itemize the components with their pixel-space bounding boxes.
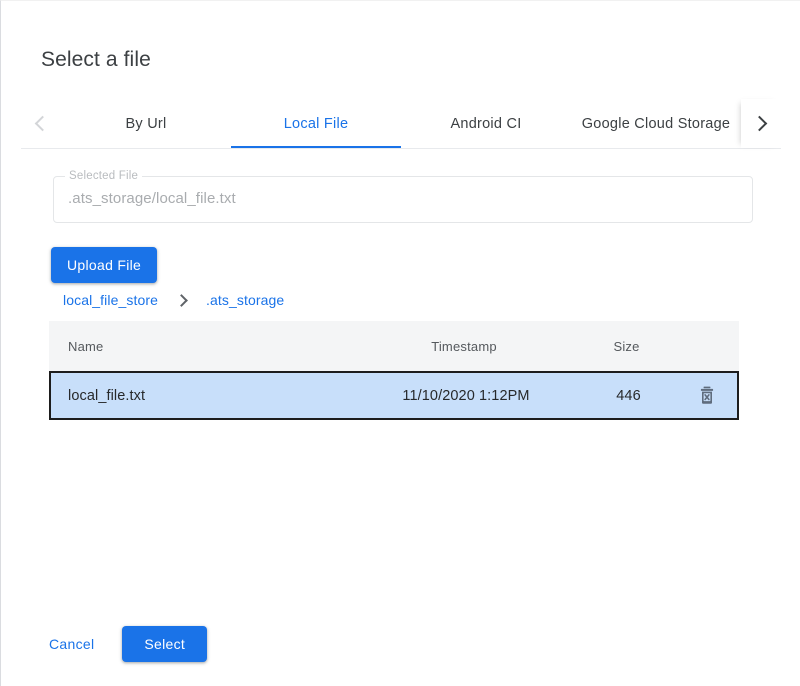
table-row[interactable]: local_file.txt 11/10/2020 1:12PM 446 bbox=[49, 371, 739, 420]
delete-trash-icon bbox=[698, 386, 716, 405]
table-header-row: Name Timestamp Size bbox=[49, 321, 739, 371]
tab-scroll-left-button[interactable] bbox=[21, 99, 61, 148]
chevron-left-icon bbox=[35, 116, 51, 132]
breadcrumb-separator bbox=[158, 296, 206, 305]
delete-trash-icon-button[interactable] bbox=[693, 382, 721, 410]
cell-actions bbox=[676, 382, 737, 410]
breadcrumb: local_file_store .ats_storage bbox=[63, 291, 284, 309]
breadcrumb-item-ats-storage[interactable]: .ats_storage bbox=[206, 292, 284, 308]
selected-file-field[interactable]: Selected File .ats_storage/local_file.tx… bbox=[53, 176, 753, 223]
cell-timestamp: 11/10/2020 1:12PM bbox=[351, 388, 581, 404]
tab-label: By Url bbox=[126, 116, 167, 132]
tab-local-file[interactable]: Local File bbox=[231, 99, 401, 148]
column-header-name: Name bbox=[49, 339, 349, 354]
breadcrumb-item-local-file-store[interactable]: local_file_store bbox=[63, 292, 158, 308]
tab-scroll-right-button[interactable] bbox=[741, 99, 781, 148]
chevron-right-icon bbox=[175, 294, 188, 307]
tab-bar: By Url Local File Android CI Google Clou… bbox=[21, 99, 781, 149]
tab-label: Local File bbox=[284, 116, 349, 132]
dialog-footer: Cancel Select bbox=[39, 626, 207, 662]
page-title: Select a file bbox=[41, 45, 151, 75]
tab-label: Android CI bbox=[450, 116, 521, 132]
tab-android-ci[interactable]: Android CI bbox=[401, 99, 571, 148]
cancel-button[interactable]: Cancel bbox=[39, 626, 104, 662]
select-file-dialog: Select a file By Url Local File Android … bbox=[0, 0, 800, 686]
select-button[interactable]: Select bbox=[122, 626, 207, 662]
selected-file-value: .ats_storage/local_file.txt bbox=[68, 190, 236, 207]
column-header-size: Size bbox=[579, 339, 674, 354]
cell-size: 446 bbox=[581, 388, 676, 404]
file-table: Name Timestamp Size local_file.txt 11/10… bbox=[49, 321, 739, 420]
upload-file-button[interactable]: Upload File bbox=[51, 247, 157, 283]
tab-by-url[interactable]: By Url bbox=[61, 99, 231, 148]
selected-file-label: Selected File bbox=[65, 169, 142, 183]
cell-file-name: local_file.txt bbox=[51, 388, 351, 404]
tab-list: By Url Local File Android CI Google Clou… bbox=[61, 99, 741, 148]
column-header-timestamp: Timestamp bbox=[349, 339, 579, 354]
tab-label: Google Cloud Storage bbox=[582, 116, 731, 132]
tab-google-cloud-storage[interactable]: Google Cloud Storage bbox=[571, 99, 741, 148]
chevron-right-icon bbox=[752, 116, 768, 132]
